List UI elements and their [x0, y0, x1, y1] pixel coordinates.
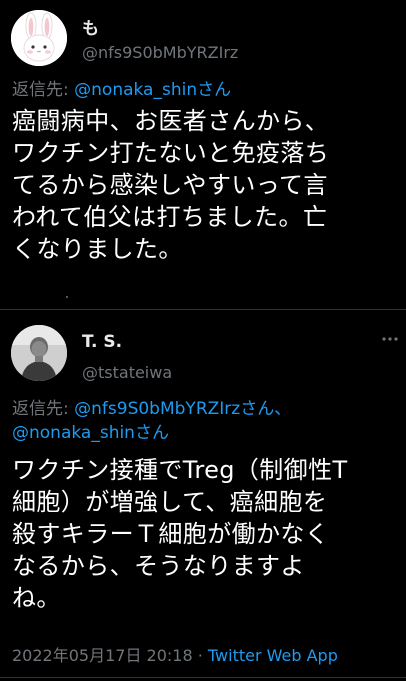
divider: [0, 677, 406, 678]
tweet-text: 癌闘病中、お医者さんから、 ワクチン打たないと免疫落ち てるから感染しやすいって…: [12, 107, 330, 263]
bunny-avatar-icon: [11, 10, 67, 66]
avatar[interactable]: [11, 325, 67, 381]
avatar[interactable]: [11, 10, 67, 66]
reply-prefix: 返信先:: [12, 399, 75, 419]
tweet-metadata: 2022年05月17日 20:18 · Twitter Web App: [12, 642, 338, 666]
person-photo-avatar: [11, 325, 67, 381]
tweet-text: ワクチン接種でTreg（制御性T 細胞）が増強して、癌細胞を 殺すキラーＴ細胞が…: [12, 456, 348, 612]
tweet[interactable]: も @nfs9S0bMbYRZIrz 返信先: @nonaka_shinさん 癌…: [0, 0, 406, 310]
source-link[interactable]: Twitter Web App: [208, 646, 338, 665]
display-name[interactable]: も: [82, 14, 99, 39]
display-name[interactable]: T. S.: [82, 332, 122, 352]
more-options-icon[interactable]: [382, 332, 398, 346]
mention-link[interactable]: @nfs9S0bMbYRZIrzさん、: [74, 399, 291, 419]
reply-to-line: 返信先: @nfs9S0bMbYRZIrzさん、 @nonaka_shinさん: [12, 397, 396, 445]
tweet[interactable]: T. S. @tstateiwa 返信先: @nfs9S0bMbYRZIrzさん…: [0, 310, 406, 681]
mention-link[interactable]: @nonaka_shinさん: [74, 80, 231, 100]
meta-separator: ·: [192, 646, 208, 665]
thread-connector: [66, 296, 68, 298]
reply-to-line: 返信先: @nonaka_shinさん: [12, 78, 396, 102]
user-handle[interactable]: @nfs9S0bMbYRZIrz: [82, 43, 238, 62]
mention-link[interactable]: @nonaka_shinさん: [12, 423, 169, 443]
user-handle[interactable]: @tstateiwa: [82, 363, 172, 382]
reply-prefix: 返信先:: [12, 80, 75, 100]
timestamp[interactable]: 2022年05月17日 20:18: [12, 646, 193, 665]
